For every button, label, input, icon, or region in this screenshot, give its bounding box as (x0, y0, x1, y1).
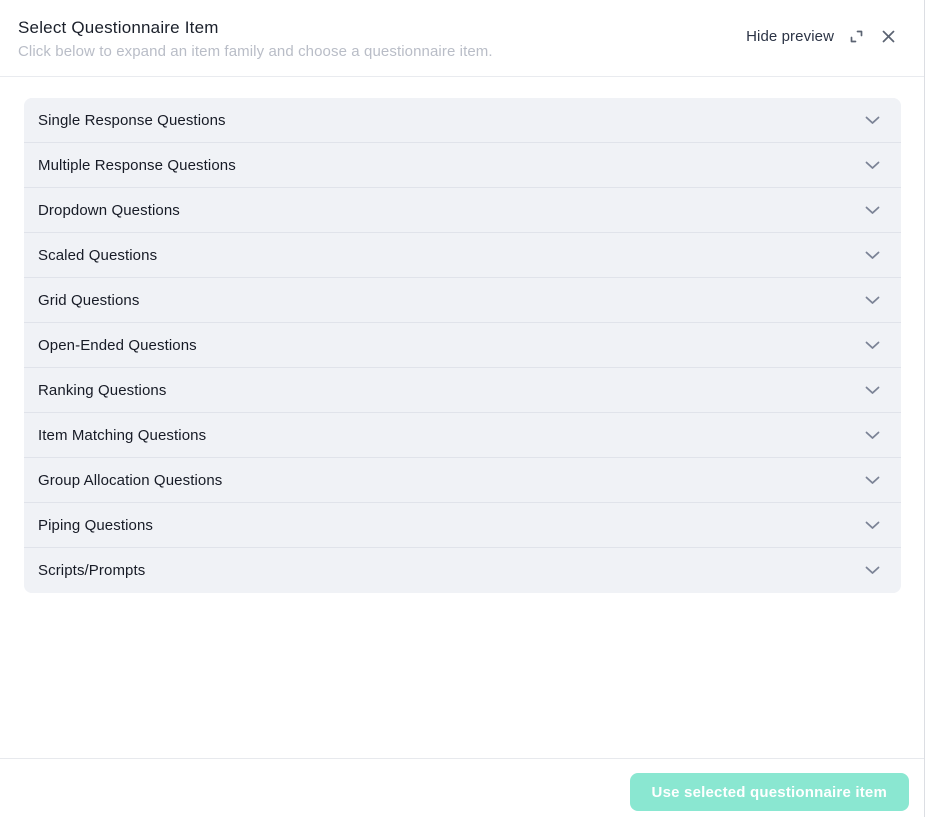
dialog-header: Select Questionnaire Item Click below to… (0, 0, 924, 77)
accordion-item-label: Piping Questions (38, 517, 153, 534)
chevron-down-icon (865, 431, 880, 440)
accordion-item-label: Single Response Questions (38, 112, 226, 129)
accordion-item-multiple-response[interactable]: Multiple Response Questions (24, 143, 901, 188)
chevron-down-icon (865, 521, 880, 530)
chevron-down-icon (865, 386, 880, 395)
expand-icon[interactable] (846, 26, 866, 46)
accordion-item-label: Scaled Questions (38, 247, 157, 264)
chevron-down-icon (865, 116, 880, 125)
dialog-footer: Use selected questionnaire item (0, 758, 924, 817)
accordion-item-label: Grid Questions (38, 292, 139, 309)
accordion-item-scaled[interactable]: Scaled Questions (24, 233, 901, 278)
chevron-down-icon (865, 341, 880, 350)
accordion-item-label: Open-Ended Questions (38, 337, 197, 354)
select-questionnaire-item-dialog: Select Questionnaire Item Click below to… (0, 0, 925, 817)
header-controls: Hide preview (746, 26, 898, 46)
accordion-item-group-allocation[interactable]: Group Allocation Questions (24, 458, 901, 503)
accordion-item-open-ended[interactable]: Open-Ended Questions (24, 323, 901, 368)
chevron-down-icon (865, 251, 880, 260)
accordion-item-item-matching[interactable]: Item Matching Questions (24, 413, 901, 458)
accordion-item-label: Ranking Questions (38, 382, 166, 399)
close-icon[interactable] (878, 26, 898, 46)
header-titles: Select Questionnaire Item Click below to… (18, 18, 493, 60)
accordion-item-grid[interactable]: Grid Questions (24, 278, 901, 323)
accordion-item-label: Group Allocation Questions (38, 472, 222, 489)
question-family-accordion: Single Response Questions Multiple Respo… (24, 98, 901, 593)
accordion-item-scripts-prompts[interactable]: Scripts/Prompts (24, 548, 901, 593)
page-title: Select Questionnaire Item (18, 18, 493, 38)
accordion-item-label: Item Matching Questions (38, 427, 206, 444)
accordion-item-label: Dropdown Questions (38, 202, 180, 219)
chevron-down-icon (865, 566, 880, 575)
chevron-down-icon (865, 161, 880, 170)
chevron-down-icon (865, 476, 880, 485)
chevron-down-icon (865, 206, 880, 215)
accordion-item-label: Scripts/Prompts (38, 562, 145, 579)
accordion-item-dropdown[interactable]: Dropdown Questions (24, 188, 901, 233)
accordion-item-single-response[interactable]: Single Response Questions (24, 98, 901, 143)
accordion-item-label: Multiple Response Questions (38, 157, 236, 174)
hide-preview-button[interactable]: Hide preview (746, 28, 834, 45)
use-selected-questionnaire-item-button[interactable]: Use selected questionnaire item (630, 773, 909, 811)
accordion-item-piping[interactable]: Piping Questions (24, 503, 901, 548)
page-subtitle: Click below to expand an item family and… (18, 43, 493, 60)
chevron-down-icon (865, 296, 880, 305)
accordion-item-ranking[interactable]: Ranking Questions (24, 368, 901, 413)
